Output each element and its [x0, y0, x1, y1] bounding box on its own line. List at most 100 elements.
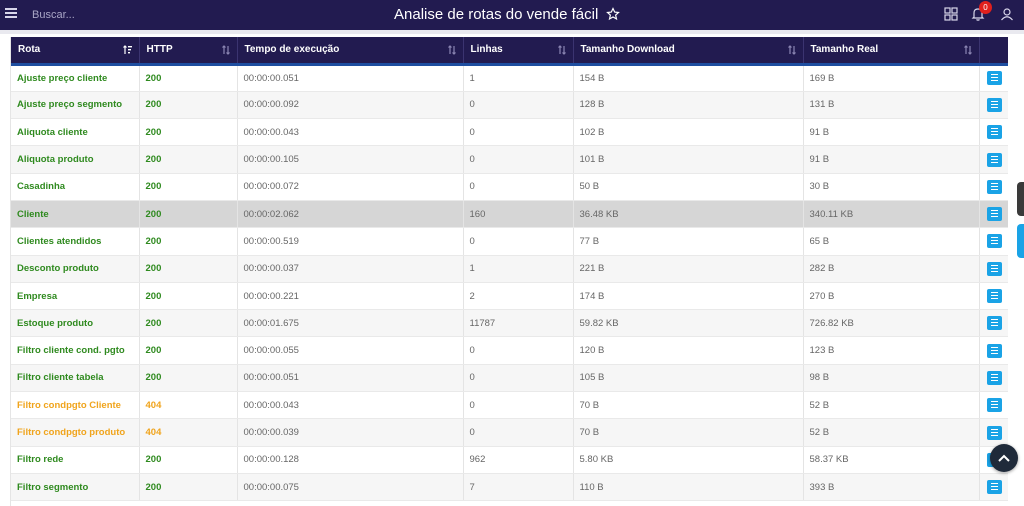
column-header-tempo[interactable]: Tempo de execução — [237, 37, 464, 66]
page-title: Analise de rotas do vende fácil — [394, 5, 599, 23]
table-row[interactable]: Cliente 200 00:00:02.062 160 36.48 KB 340.11 … — [11, 200, 1008, 229]
scroll-to-top-button[interactable] — [990, 444, 1018, 472]
real-size-cell: 131 B — [803, 91, 980, 120]
table-row[interactable]: Filtro cliente cond. pgto 200 00:00:00.055… — [11, 336, 1008, 365]
sort-icon[interactable] — [557, 45, 567, 55]
table-row[interactable]: Clientes atendidos 200 00:00:00.519 0 77 B 65… — [11, 227, 1008, 256]
table-row[interactable]: Desconto produto 200 00:00:00.037 1 221 B 282… — [11, 255, 1008, 283]
menu-icon[interactable] — [5, 8, 17, 20]
sort-icon[interactable] — [787, 45, 797, 55]
download-size-cell: 174 B — [573, 282, 804, 311]
http-status-cell: 404 — [139, 391, 238, 420]
table-row[interactable]: Filtro rede 200 00:00:00.128 962 5.80 KB 58.3… — [11, 446, 1008, 474]
execution-time-cell: 00:00:00.055 — [237, 336, 464, 365]
actions-cell — [979, 336, 1008, 365]
column-header-http[interactable]: HTTP — [139, 37, 238, 66]
actions-cell — [979, 145, 1008, 174]
details-list-icon[interactable] — [986, 398, 1002, 413]
details-list-icon[interactable] — [986, 343, 1002, 358]
table-row[interactable]: Filtro condpgto Cliente 404 00:00:00.043 0 7… — [11, 391, 1008, 420]
http-status-cell: 200 — [139, 309, 238, 338]
actions-cell — [979, 364, 1008, 393]
column-header-linhas[interactable]: Linhas — [463, 37, 574, 66]
actions-cell — [979, 91, 1008, 120]
details-list-icon[interactable] — [986, 370, 1002, 385]
table-header-row: Rota HTTP Tempo de execução Linhas Taman… — [11, 37, 1008, 66]
sort-icon[interactable] — [963, 45, 973, 55]
actions-cell — [979, 200, 1008, 229]
star-icon[interactable] — [606, 7, 621, 21]
notification-badge: 0 — [979, 1, 992, 14]
execution-time-cell: 00:00:00.043 — [237, 118, 464, 147]
grid-icon[interactable] — [944, 7, 958, 21]
column-label: Tamanho Download — [580, 44, 675, 56]
http-status-cell: 200 — [139, 91, 238, 120]
details-list-icon[interactable] — [986, 125, 1002, 140]
route-name-cell: Estoque produto — [11, 309, 140, 338]
column-header-actions — [979, 37, 1008, 66]
column-header-real[interactable]: Tamanho Real — [803, 37, 980, 66]
column-label: Linhas — [470, 44, 503, 56]
details-list-icon[interactable] — [986, 179, 1002, 194]
table-row[interactable]: Ajuste preço segmento 200 00:00:00.092 0 128… — [11, 91, 1008, 120]
real-size-cell: 65 B — [803, 227, 980, 256]
execution-time-cell: 00:00:01.675 — [237, 309, 464, 338]
table-row[interactable]: Filtro cliente tabela 200 00:00:00.051 0 105… — [11, 364, 1008, 393]
http-status-cell: 200 — [139, 446, 238, 474]
download-size-cell: 36.48 KB — [573, 200, 804, 229]
details-list-icon[interactable] — [986, 71, 1002, 86]
real-size-cell: 91 B — [803, 118, 980, 147]
details-list-icon[interactable] — [986, 480, 1002, 495]
route-name-cell: Filtro cliente tabela — [11, 364, 140, 393]
table-row[interactable]: Estoque produto 200 00:00:01.675 11787 59.82… — [11, 309, 1008, 338]
table-row[interactable]: Filtro segmento 200 00:00:00.075 7 110 B 393 … — [11, 473, 1008, 502]
details-list-icon[interactable] — [986, 289, 1002, 304]
table-row[interactable]: Empresa 200 00:00:00.221 2 174 B 270 B — [11, 282, 1008, 311]
details-list-icon[interactable] — [986, 207, 1002, 222]
search-input[interactable] — [32, 8, 202, 22]
row-count-cell: 0 — [463, 173, 574, 201]
details-list-icon[interactable] — [986, 261, 1002, 276]
sort-icon[interactable] — [221, 45, 231, 55]
real-size-cell: 393 B — [803, 473, 980, 502]
details-list-icon[interactable] — [986, 234, 1002, 249]
real-size-cell: 98 B — [803, 364, 980, 393]
user-icon[interactable] — [1000, 7, 1014, 21]
actions-cell — [979, 227, 1008, 256]
execution-time-cell: 00:00:00.043 — [237, 391, 464, 420]
table-body: Ajuste preço cliente 200 00:00:00.051 1 154 … — [11, 64, 1008, 502]
table-row[interactable]: Casadinha 200 00:00:00.072 0 50 B 30 B — [11, 173, 1008, 201]
download-size-cell: 70 B — [573, 418, 804, 447]
execution-time-cell: 00:00:00.039 — [237, 418, 464, 447]
side-panel-tab-active[interactable] — [1017, 224, 1024, 258]
route-name-cell: Cliente — [11, 200, 140, 229]
details-list-icon[interactable] — [986, 152, 1002, 167]
column-header-rota[interactable]: Rota — [11, 37, 140, 66]
actions-cell — [979, 473, 1008, 502]
table-row[interactable]: Ajuste preço cliente 200 00:00:00.051 1 154 … — [11, 64, 1008, 92]
column-header-download[interactable]: Tamanho Download — [573, 37, 804, 66]
download-size-cell: 59.82 KB — [573, 309, 804, 338]
row-count-cell: 160 — [463, 200, 574, 229]
real-size-cell: 52 B — [803, 418, 980, 447]
table-row[interactable]: Aliquota cliente 200 00:00:00.043 0 102 B 91 … — [11, 118, 1008, 147]
details-list-icon[interactable] — [986, 97, 1002, 112]
table-row[interactable]: Aliquota produto 200 00:00:00.105 0 101 B 91 … — [11, 145, 1008, 174]
route-name-cell: Aliquota cliente — [11, 118, 140, 147]
sort-asc-icon[interactable] — [122, 45, 133, 55]
details-list-icon[interactable] — [986, 316, 1002, 331]
table-row[interactable]: Filtro condpgto produto 404 00:00:00.039 0 7… — [11, 418, 1008, 447]
sort-icon[interactable] — [447, 45, 457, 55]
actions-cell — [979, 64, 1008, 92]
row-count-cell: 0 — [463, 145, 574, 174]
column-label: Rota — [18, 44, 41, 56]
http-status-cell: 200 — [139, 173, 238, 201]
routes-table: Rota HTTP Tempo de execução Linhas Taman… — [11, 37, 1008, 502]
side-panel-tab[interactable] — [1017, 182, 1024, 216]
execution-time-cell: 00:00:00.051 — [237, 364, 464, 393]
http-status-cell: 200 — [139, 64, 238, 92]
details-list-icon[interactable] — [986, 425, 1002, 440]
row-count-cell: 962 — [463, 446, 574, 474]
row-count-cell: 0 — [463, 418, 574, 447]
routes-table-container: Rota HTTP Tempo de execução Linhas Taman… — [10, 37, 1008, 506]
